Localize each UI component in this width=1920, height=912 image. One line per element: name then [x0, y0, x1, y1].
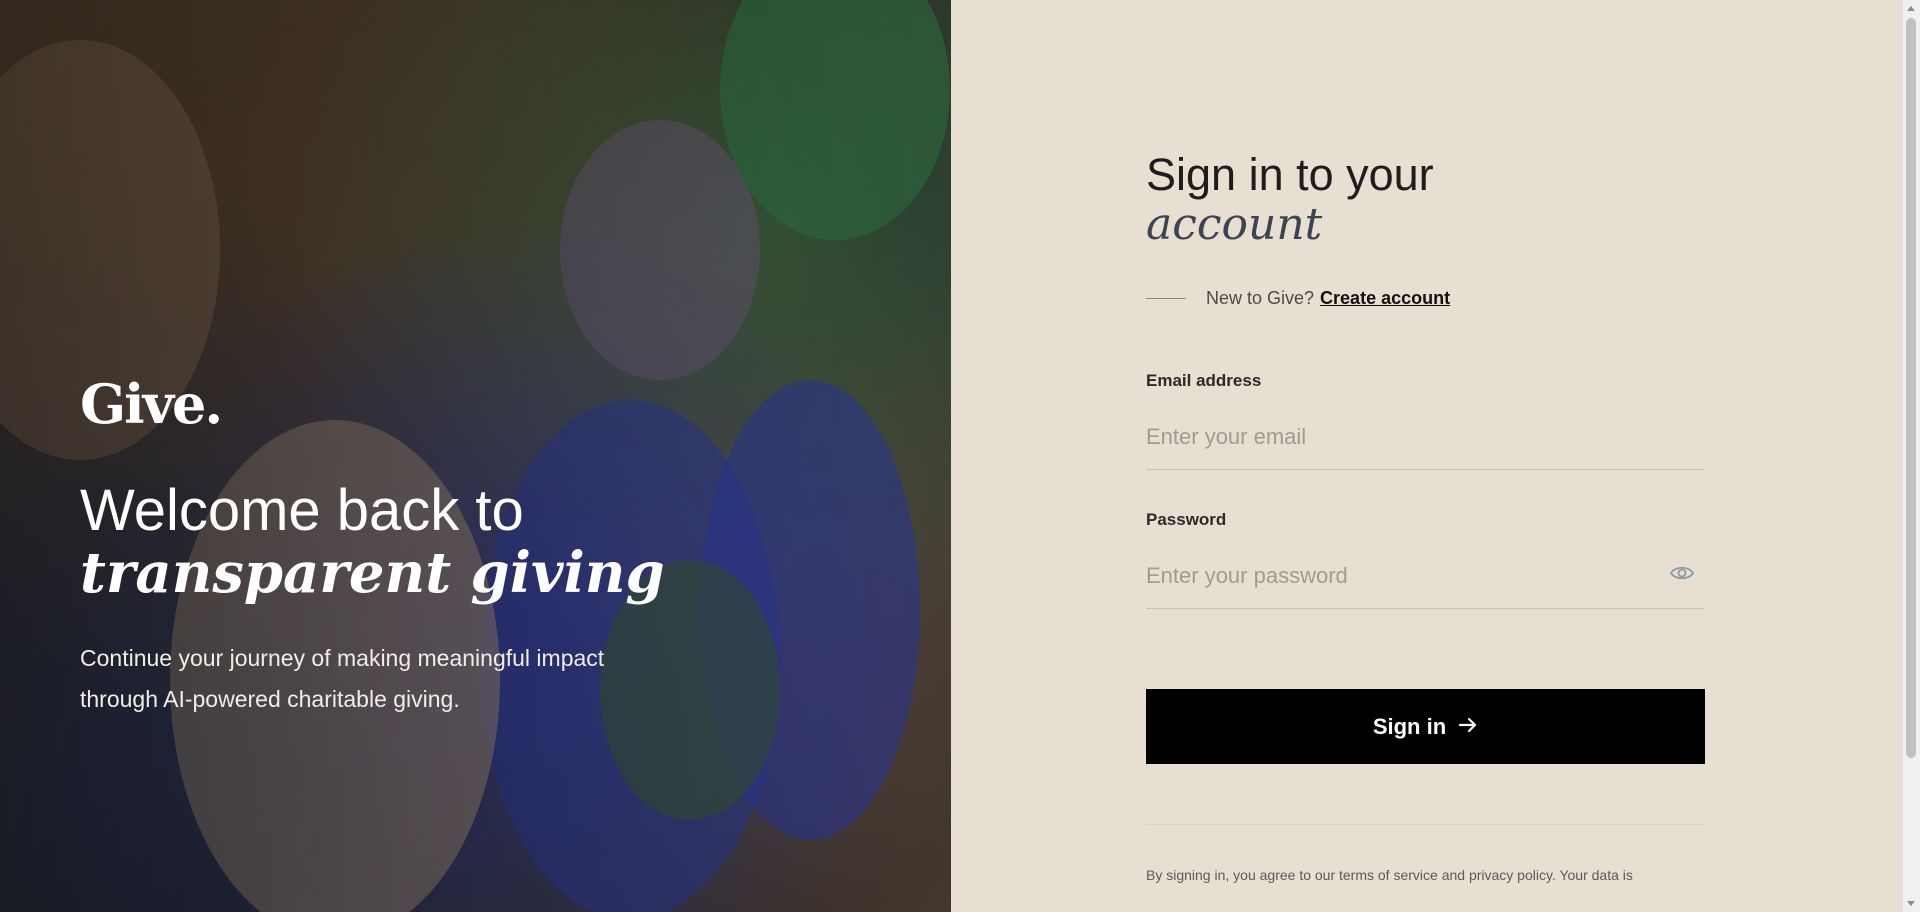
create-account-link[interactable]: Create account: [1320, 288, 1450, 309]
new-prompt: New to Give?: [1206, 288, 1315, 308]
password-field-group: Password: [1146, 510, 1705, 609]
password-label: Password: [1146, 510, 1227, 529]
form-divider: [1146, 824, 1705, 825]
email-input[interactable]: [1146, 417, 1705, 457]
form-panel: Sign in to your account New to Give? Cre…: [951, 0, 1920, 912]
scrollbar[interactable]: [1902, 0, 1920, 912]
arrow-right-icon: [1458, 714, 1478, 740]
hero-subtitle: Continue your journey of making meaningf…: [80, 645, 605, 712]
hero-title-line1: Welcome back to: [80, 478, 524, 543]
form-title-line2: account: [1146, 199, 1323, 250]
signin-button[interactable]: Sign in: [1146, 689, 1705, 764]
password-input[interactable]: [1146, 556, 1705, 596]
divider-dash: [1146, 298, 1186, 299]
email-input-wrap: [1146, 417, 1705, 470]
email-field-group: Email address: [1146, 371, 1705, 470]
form-title: Sign in to your account: [1146, 150, 1705, 250]
form-title-line1: Sign in to your: [1146, 149, 1434, 200]
terms-text: By signing in, you agree to our terms of…: [1146, 867, 1633, 883]
new-account-row: New to Give? Create account: [1146, 288, 1705, 309]
hero-title-line2: transparent giving: [80, 540, 665, 606]
hero-title: Welcome back to transparent giving: [80, 478, 665, 606]
hero-panel: Give. Welcome back to transparent giving…: [0, 0, 951, 912]
hero-overlay: [0, 0, 951, 912]
scroll-down-icon[interactable]: [1907, 901, 1915, 906]
password-input-wrap: [1146, 556, 1705, 609]
email-label: Email address: [1146, 371, 1262, 390]
eye-icon[interactable]: [1669, 562, 1695, 584]
scrollbar-thumb[interactable]: [1906, 18, 1916, 758]
give-logo: Give.: [80, 372, 223, 436]
scroll-up-icon[interactable]: [1907, 6, 1915, 11]
signin-button-label: Sign in: [1372, 713, 1447, 739]
signin-form: Sign in to your account New to Give? Cre…: [1146, 150, 1705, 883]
signin-page: Give. Welcome back to transparent giving…: [0, 0, 1920, 912]
